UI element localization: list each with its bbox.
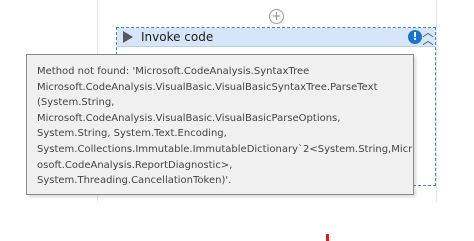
play-icon [123, 31, 133, 43]
tooltip-line: Microsoft.CodeAnalysis.VisualBasic.Visua… [37, 112, 341, 124]
tooltip-line: Method not found: 'Microsoft.CodeAnalysi… [37, 66, 310, 77]
activity-title: Invoke code [141, 30, 214, 44]
error-tooltip: Method not found: 'Microsoft.CodeAnalysi… [26, 54, 414, 195]
red-annotation-mark [326, 234, 329, 241]
error-icon[interactable]: ! [408, 30, 422, 44]
add-activity-icon[interactable]: + [269, 9, 284, 24]
tooltip-line: System.Threading.CancellationToken)'. [37, 175, 232, 187]
collapse-icon[interactable]: ︿ ︿ [421, 27, 435, 46]
activity-header[interactable]: Invoke code ! ︿ ︿ [117, 27, 435, 47]
tooltip-line: Microsoft.CodeAnalysis.VisualBasic.Visua… [37, 81, 378, 93]
tooltip-line: System.String, System.Text.Encoding, [37, 128, 227, 140]
tooltip-line: (System.String, [37, 97, 115, 109]
tooltip-line: System.Collections.Immutable.ImmutableDi… [37, 143, 413, 155]
tooltip-line: osoft.CodeAnalysis.ReportDiagnostic>, [37, 159, 233, 171]
